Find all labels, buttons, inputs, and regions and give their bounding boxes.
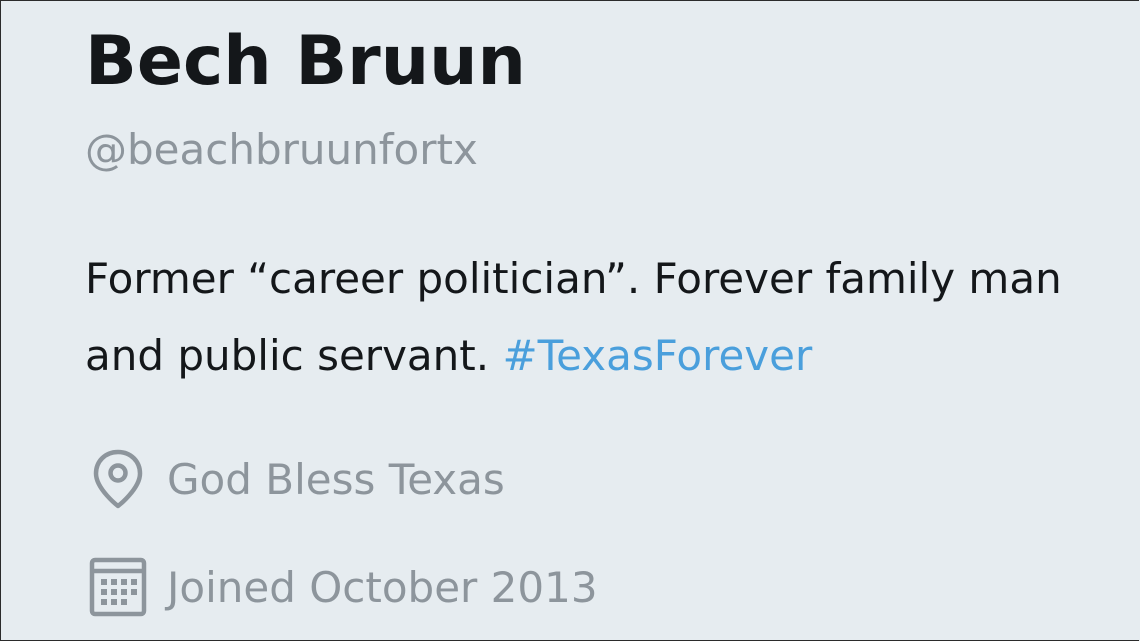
profile-location-text: God Bless Texas bbox=[167, 454, 505, 504]
profile-location: God Bless Texas bbox=[85, 444, 505, 514]
profile-join-date: Joined October 2013 bbox=[85, 552, 598, 622]
profile-bio: Former “career politician”. Forever fami… bbox=[85, 240, 1095, 394]
calendar-icon bbox=[85, 554, 151, 620]
profile-header-card: Bech Bruun @beachbruunfortx Former “care… bbox=[85, 0, 1125, 641]
location-pin-icon bbox=[85, 446, 151, 512]
profile-handle[interactable]: @beachbruunfortx bbox=[85, 124, 478, 176]
bio-hashtag-link[interactable]: #TexasForever bbox=[502, 331, 812, 380]
profile-join-date-text: Joined October 2013 bbox=[167, 562, 598, 612]
profile-display-name[interactable]: Bech Bruun bbox=[85, 22, 526, 102]
